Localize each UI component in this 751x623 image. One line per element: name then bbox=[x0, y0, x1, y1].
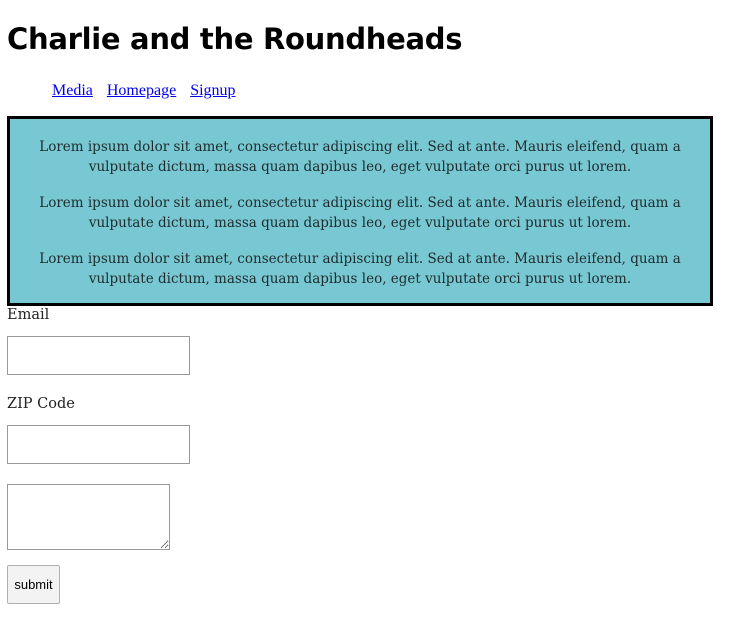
content-paragraph-2: Lorem ipsum dolor sit amet, consectetur … bbox=[39, 195, 681, 231]
content-box: Lorem ipsum dolor sit amet, consectetur … bbox=[7, 116, 713, 306]
nav-link-homepage[interactable]: Homepage bbox=[107, 82, 176, 99]
nav-link-media[interactable]: Media bbox=[52, 82, 93, 99]
email-field[interactable] bbox=[7, 336, 190, 375]
message-textarea[interactable] bbox=[7, 484, 170, 550]
content-paragraph-3: Lorem ipsum dolor sit amet, consectetur … bbox=[39, 251, 681, 287]
content-paragraph-1: Lorem ipsum dolor sit amet, consectetur … bbox=[39, 139, 681, 175]
zip-code-field[interactable] bbox=[7, 425, 190, 464]
submit-button[interactable]: submit bbox=[7, 565, 60, 604]
page-title: Charlie and the Roundheads bbox=[7, 22, 463, 56]
nav-link-signup[interactable]: Signup bbox=[190, 82, 235, 99]
zip-code-label: ZIP Code bbox=[7, 396, 75, 412]
email-label: Email bbox=[7, 307, 50, 323]
main-nav: Media Homepage Signup bbox=[52, 82, 246, 100]
